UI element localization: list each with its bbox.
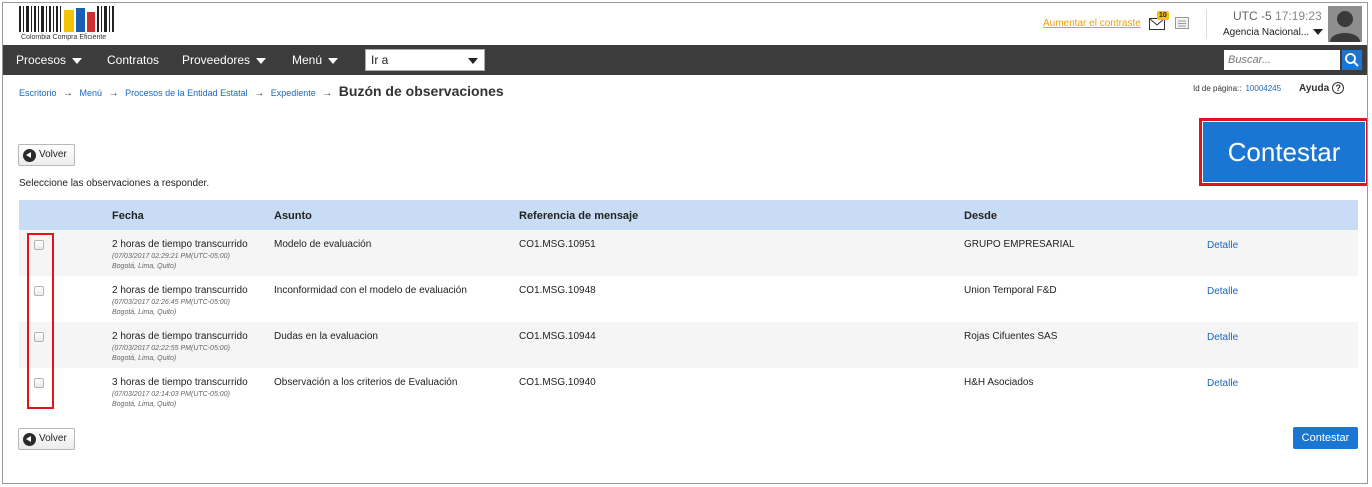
nav-item-label: Procesos	[16, 53, 67, 67]
row-subject: Observación a los criterios de Evaluació…	[274, 377, 458, 388]
table-row: 2 horas de tiempo transcurrido (07/03/20…	[19, 230, 1358, 276]
page-id-value[interactable]: 10004245	[1245, 84, 1281, 93]
row-elapsed: 2 horas de tiempo transcurrido	[112, 239, 248, 250]
row-detail-link[interactable]: Detalle	[1207, 332, 1238, 343]
row-from: H&H Asociados	[964, 377, 1034, 388]
row-timestamp: (07/03/2017 02:14:03 PM(UTC-05:00) Bogot…	[112, 391, 230, 408]
breadcrumb-arrow-icon: →	[63, 88, 74, 99]
back-label: Volver	[39, 149, 67, 160]
app-frame: Colombia Compra Eficiente Aumentar el co…	[2, 2, 1368, 484]
agency-selector[interactable]: Agencia Nacional...	[1223, 27, 1324, 38]
barcode-logo-icon	[19, 6, 114, 32]
page-id-label: Id de página::	[1193, 84, 1242, 93]
back-button-top[interactable]: Volver	[18, 144, 75, 166]
row-elapsed: 2 horas de tiempo transcurrido	[112, 285, 248, 296]
utc-clock: UTC -5 17:19:23	[1233, 9, 1322, 23]
chevron-down-icon	[468, 58, 478, 64]
row-detail-link[interactable]: Detalle	[1207, 286, 1238, 297]
search-button[interactable]	[1342, 50, 1362, 70]
row-from: GRUPO EMPRESARIAL	[964, 239, 1075, 250]
nav-item-procesos[interactable]: Procesos	[16, 53, 83, 67]
chevron-down-icon	[256, 57, 267, 64]
help-label: Ayuda	[1299, 83, 1330, 94]
chevron-down-icon	[1313, 29, 1324, 36]
row-subject: Inconformidad con el modelo de evaluació…	[274, 285, 467, 296]
logo-text: Colombia Compra Eficiente	[21, 34, 107, 41]
column-header-fecha: Fecha	[112, 210, 144, 222]
row-from: Union Temporal F&D	[964, 285, 1057, 296]
breadcrumb-arrow-icon: →	[108, 88, 119, 99]
user-avatar-icon[interactable]	[1328, 6, 1362, 42]
row-elapsed: 3 horas de tiempo transcurrido	[112, 377, 248, 388]
breadcrumb-escritorio[interactable]: Escritorio	[19, 88, 57, 98]
row-subject: Modelo de evaluación	[274, 239, 372, 250]
page-title: Buzón de observaciones	[338, 83, 504, 99]
goto-select[interactable]: Ir a	[365, 49, 485, 71]
agency-name: Agencia Nacional...	[1223, 27, 1310, 38]
mail-icon[interactable]: 10	[1149, 11, 1169, 31]
back-arrow-icon	[23, 433, 36, 446]
logo[interactable]: Colombia Compra Eficiente	[19, 6, 119, 42]
row-reference: CO1.MSG.10940	[519, 377, 596, 388]
chevron-down-icon	[328, 57, 339, 64]
back-button-bottom[interactable]: Volver	[18, 428, 75, 450]
divider	[1206, 9, 1207, 39]
table-body: 2 horas de tiempo transcurrido (07/03/20…	[19, 230, 1358, 414]
table-header: Fecha Asunto Referencia de mensaje Desde	[19, 200, 1358, 230]
nav-item-label: Contratos	[107, 53, 160, 67]
nav-item-label: Proveedores	[182, 53, 251, 67]
row-timestamp: (07/03/2017 02:26:45 PM(UTC-05:00) Bogot…	[112, 299, 230, 316]
breadcrumb-expediente[interactable]: Expediente	[271, 88, 316, 98]
row-reference: CO1.MSG.10948	[519, 285, 596, 296]
goto-value: Ir a	[371, 53, 389, 67]
breadcrumb-arrow-icon: →	[254, 88, 265, 99]
mail-badge: 10	[1157, 11, 1169, 20]
nav-item-menu[interactable]: Menú	[292, 53, 339, 67]
back-arrow-icon	[23, 149, 36, 162]
column-header-referencia: Referencia de mensaje	[519, 210, 639, 222]
row-timestamp: (07/03/2017 02:29:21 PM(UTC-05:00) Bogot…	[112, 253, 230, 270]
nav-item-proveedores[interactable]: Proveedores	[182, 53, 267, 67]
back-label: Volver	[39, 433, 67, 444]
nav-item-label: Menú	[292, 53, 323, 67]
row-reference: CO1.MSG.10951	[519, 239, 596, 250]
observations-table: Fecha Asunto Referencia de mensaje Desde…	[19, 200, 1358, 414]
row-detail-link[interactable]: Detalle	[1207, 240, 1238, 251]
table-row: 2 horas de tiempo transcurrido (07/03/20…	[19, 322, 1358, 368]
highlight-box-checkboxes	[27, 233, 54, 409]
top-bar: Colombia Compra Eficiente Aumentar el co…	[3, 3, 1367, 45]
main-nav: Procesos Contratos Proveedores Menú Ir a	[3, 45, 1367, 75]
instruction-text: Seleccione las observaciones a responder…	[19, 178, 210, 189]
breadcrumb-menu[interactable]: Menú	[80, 88, 103, 98]
increase-contrast-link[interactable]: Aumentar el contraste	[1043, 18, 1141, 29]
breadcrumb: Escritorio → Menú → Procesos de la Entid…	[19, 83, 504, 99]
document-icon[interactable]	[1175, 16, 1189, 30]
row-reference: CO1.MSG.10944	[519, 331, 596, 342]
utc-zone: UTC -5	[1233, 9, 1272, 23]
reply-button-large[interactable]: Contestar	[1203, 122, 1365, 182]
nav-item-contratos[interactable]: Contratos	[107, 53, 159, 67]
help-link[interactable]: Ayuda?	[1299, 82, 1345, 94]
chevron-down-icon	[72, 57, 83, 64]
column-header-desde: Desde	[964, 210, 998, 222]
row-from: Rojas Cifuentes SAS	[964, 331, 1058, 342]
table-row: 3 horas de tiempo transcurrido (07/03/20…	[19, 368, 1358, 414]
row-elapsed: 2 horas de tiempo transcurrido	[112, 331, 248, 342]
utc-time: 17:19:23	[1275, 9, 1322, 23]
reply-button-small[interactable]: Contestar	[1293, 427, 1358, 449]
breadcrumb-procesos[interactable]: Procesos de la Entidad Estatal	[125, 88, 248, 98]
table-row: 2 horas de tiempo transcurrido (07/03/20…	[19, 276, 1358, 322]
search-icon	[1345, 53, 1359, 67]
row-detail-link[interactable]: Detalle	[1207, 378, 1238, 389]
breadcrumb-arrow-icon: →	[322, 88, 333, 99]
row-timestamp: (07/03/2017 02:22:55 PM(UTC-05:00) Bogot…	[112, 345, 230, 362]
page-id: Id de página:: 10004245	[1193, 84, 1281, 93]
help-icon: ?	[1332, 82, 1345, 94]
search-input[interactable]	[1224, 50, 1340, 70]
row-subject: Dudas en la evaluacion	[274, 331, 378, 342]
column-header-asunto: Asunto	[274, 210, 312, 222]
